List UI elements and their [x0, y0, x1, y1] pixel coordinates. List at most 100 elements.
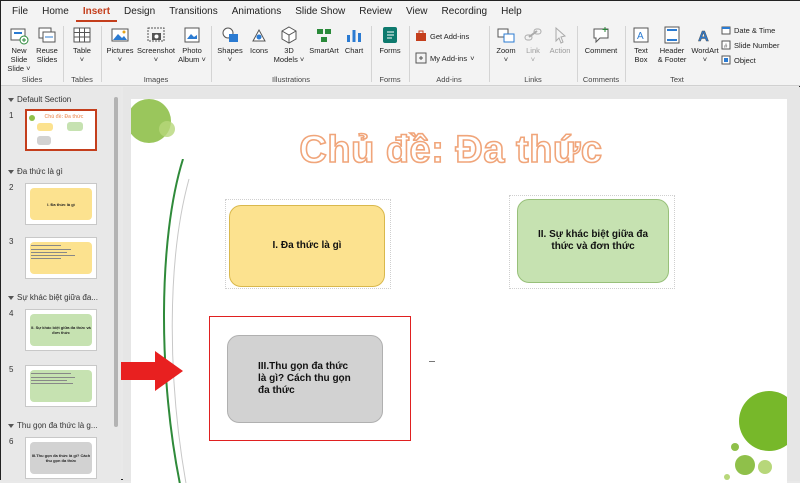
ribbon: New Slide Slide ˅ Reuse Slides Slides Ta… — [1, 22, 800, 86]
topic-box-3[interactable]: III.Thu gọn đa thức là gì? Cách thu gọn … — [227, 335, 383, 423]
reuse-slides-button[interactable]: Reuse Slides — [34, 25, 60, 64]
tab-slide-show[interactable]: Slide Show — [288, 1, 352, 22]
3d-models-label-2: Models ˅ — [273, 55, 305, 64]
group-label-slides: Slides — [21, 75, 43, 84]
red-arrow-icon — [121, 351, 183, 391]
get-addins-button[interactable]: Get Add-ins — [415, 30, 469, 42]
chevron-down-icon — [8, 295, 14, 300]
icons-button[interactable]: Icons — [247, 25, 271, 55]
slide-title[interactable]: Chủ đề: Đa thức — [281, 128, 621, 172]
slide-number: 1 — [9, 111, 14, 120]
slide-number: 5 — [9, 365, 14, 374]
date-time-button[interactable]: Date & Time — [721, 25, 775, 35]
wordart-button[interactable]: A WordArt ˅ — [689, 25, 721, 64]
tab-home[interactable]: Home — [35, 1, 76, 22]
slide-thumbnail[interactable] — [25, 237, 97, 279]
slide-number: 4 — [9, 309, 14, 318]
group-label-text: Text — [670, 75, 684, 84]
comment-button[interactable]: Comment — [582, 25, 620, 55]
topic-box-2[interactable]: II. Sự khác biệt giữa đa thức và đơn thứ… — [517, 199, 669, 283]
header-footer-button[interactable]: Header & Footer — [655, 25, 689, 64]
topic-box-1[interactable]: I. Đa thức là gì — [229, 205, 385, 287]
group-label-forms: Forms — [379, 75, 401, 84]
smartart-button[interactable]: SmartArt — [307, 25, 341, 55]
action-label: Action — [549, 46, 571, 55]
svg-text:A: A — [637, 31, 644, 42]
header-footer-label-2: & Footer — [657, 55, 687, 64]
forms-button[interactable]: Forms — [376, 25, 404, 55]
table-icon — [73, 27, 91, 43]
group-addins: Get Add-ins My Add-ins ˅ Add-ins — [411, 22, 487, 86]
group-label-addins: Add-ins — [436, 75, 462, 84]
decor-curve-icon — [163, 159, 190, 483]
tab-review[interactable]: Review — [352, 1, 399, 22]
thumbnail-box — [30, 370, 92, 402]
comment-label: Comment — [584, 46, 618, 55]
photo-album-label: Photo — [182, 46, 202, 55]
scrollbar-thumb[interactable] — [114, 97, 118, 427]
table-button[interactable]: Table ˅ — [69, 25, 95, 64]
new-slide-button[interactable]: New Slide Slide ˅ — [6, 25, 32, 73]
slide-number: 2 — [9, 183, 14, 192]
group-images: Pictures ˅ Screenshot ˅ Photo Album ˅ Imag… — [103, 22, 209, 86]
slide-number: 6 — [9, 437, 14, 446]
photo-album-button[interactable]: Photo Album ˅ — [177, 25, 207, 64]
tab-help[interactable]: Help — [494, 1, 529, 22]
action-button[interactable]: Action — [546, 25, 574, 55]
chart-button[interactable]: Chart — [341, 25, 367, 55]
panel-scrollbar[interactable] — [111, 87, 121, 481]
my-addins-button[interactable]: My Add-ins ˅ — [415, 52, 475, 64]
tab-file[interactable]: File — [5, 1, 35, 22]
slide-number-button[interactable]: # Slide Number — [721, 40, 779, 50]
section-header[interactable]: Sự khác biệt giữa đa... — [8, 293, 98, 302]
link-button[interactable]: Link ˅ — [521, 25, 545, 64]
group-illustrations: Shapes ˅ Icons 3D Models ˅ SmartArt Chart… — [213, 22, 369, 86]
ribbon-divider — [371, 26, 372, 82]
ribbon-divider — [625, 26, 626, 82]
shapes-button[interactable]: Shapes ˅ — [215, 25, 245, 64]
slide-thumbnail[interactable]: II. Sự khác biệt giữa đa thức và đơn thứ… — [25, 309, 97, 351]
pictures-icon — [111, 28, 129, 42]
zoom-button[interactable]: Zoom ˅ — [493, 25, 519, 64]
section-header[interactable]: Thu gọn đa thức là g... — [8, 421, 98, 430]
slide-number-label: Slide Number — [734, 40, 780, 50]
ribbon-divider — [489, 26, 490, 82]
thumbnail-box — [67, 122, 83, 131]
tab-view[interactable]: View — [399, 1, 435, 22]
object-button[interactable]: Object — [721, 55, 756, 65]
slide-thumbnail[interactable]: I. Đa thức là gì — [25, 183, 97, 225]
group-text: A Text Box Header & Footer A WordArt ˅ Da… — [627, 22, 800, 86]
3d-models-icon — [281, 26, 297, 44]
tab-animations[interactable]: Animations — [225, 1, 288, 22]
text-box-label-2: Box — [634, 55, 648, 64]
current-slide[interactable]: Chủ đề: Đa thức I. Đa thức là gì II. Sự … — [131, 99, 787, 483]
slide-thumbnail[interactable]: III.Thu gọn đa thức là gì? Cách thu gọn … — [25, 437, 97, 479]
text-box-button[interactable]: A Text Box — [629, 25, 653, 64]
tab-recording[interactable]: Recording — [435, 1, 495, 22]
reuse-slides-label-2: Slides — [36, 55, 58, 64]
tab-transitions[interactable]: Transitions — [162, 1, 225, 22]
menu-bar: File Home Insert Design Transitions Anim… — [1, 1, 800, 22]
pictures-label: Pictures — [106, 46, 134, 55]
slide-thumbnail[interactable]: Chủ đề: Đa thức — [25, 109, 97, 151]
tab-design[interactable]: Design — [117, 1, 162, 22]
section-header[interactable]: Default Section — [8, 95, 71, 104]
group-slides: New Slide Slide ˅ Reuse Slides Slides — [3, 22, 61, 86]
group-label-images: Images — [143, 75, 169, 84]
header-footer-icon — [664, 26, 680, 44]
3d-models-button[interactable]: 3D Models ˅ — [273, 25, 305, 64]
chart-icon — [347, 30, 361, 42]
section-header[interactable]: Đa thức là gì — [8, 167, 63, 176]
slide-thumbnail[interactable] — [25, 365, 97, 407]
thumbnail-box: I. Đa thức là gì — [30, 188, 92, 220]
object-label: Object — [734, 55, 756, 65]
screenshot-icon — [147, 27, 165, 42]
pictures-button[interactable]: Pictures ˅ — [105, 25, 135, 64]
chart-label: Chart — [344, 46, 364, 55]
wordart-icon: A — [698, 28, 710, 45]
section-label: Sự khác biệt giữa đa... — [17, 293, 98, 302]
slide-thumbnail-panel: Default Section 1 Chủ đề: Đa thức Đa thứ… — [1, 87, 121, 481]
screenshot-button[interactable]: Screenshot ˅ — [137, 25, 175, 64]
tab-insert[interactable]: Insert — [75, 1, 118, 22]
forms-label: Forms — [379, 46, 401, 55]
